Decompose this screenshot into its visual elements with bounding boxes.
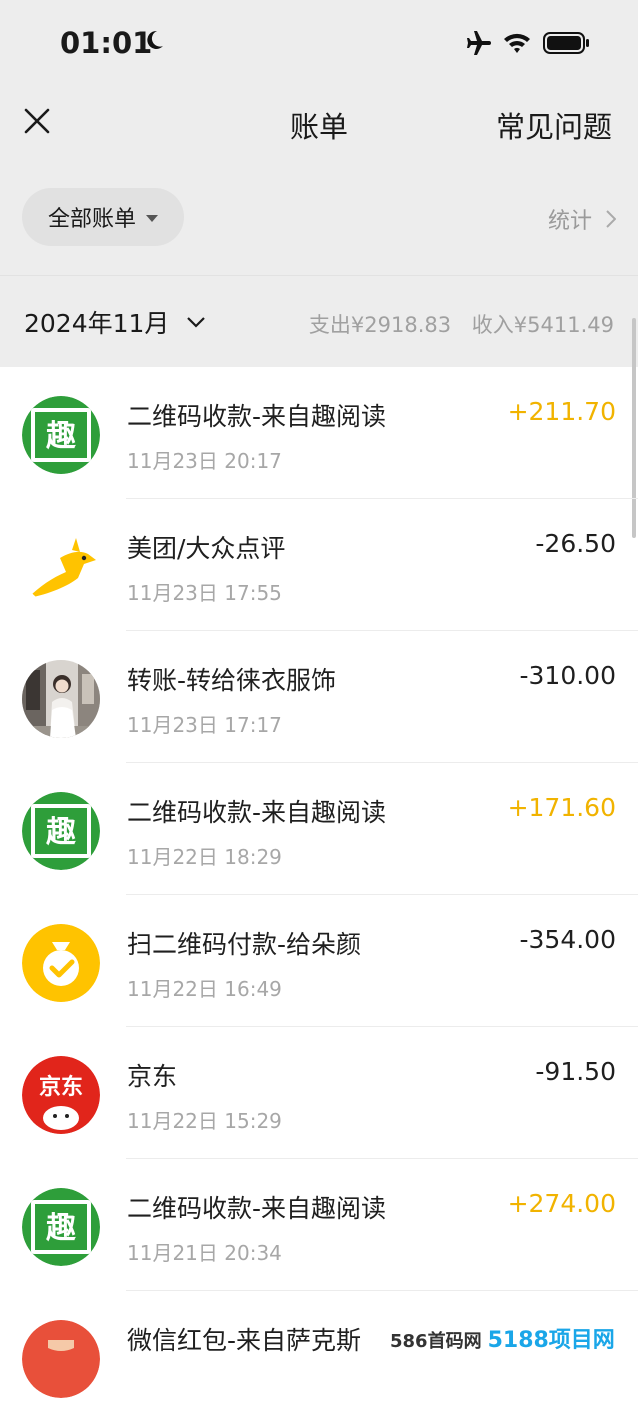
transaction-row[interactable]: 扫二维码付款-给朵颜 11月22日 16:49 -354.00 (0, 895, 638, 1027)
bill-filter-dropdown[interactable]: 全部账单 (22, 188, 184, 246)
user-photo-avatar-icon (22, 660, 100, 738)
chevron-right-icon (606, 210, 616, 228)
transaction-time: 11月23日 17:55 (127, 581, 282, 605)
transaction-amount: +274.00 (507, 1189, 616, 1218)
transaction-row[interactable]: 趣 二维码收款-来自趣阅读 11月23日 20:17 +211.70 (0, 367, 638, 499)
transaction-amount: -354.00 (519, 925, 617, 954)
transaction-title: 京东 (127, 1062, 178, 1091)
transaction-row[interactable]: 美团/大众点评 11月23日 17:55 -26.50 (0, 499, 638, 631)
qu-reading-logo-icon: 趣 (22, 396, 100, 474)
caret-down-icon (146, 214, 158, 222)
status-time: 01:01 (60, 26, 153, 60)
month-picker[interactable]: 2024年11月 (24, 304, 206, 340)
watermark-brand: 5188项目网 (487, 1328, 615, 1353)
wifi-icon (504, 33, 530, 53)
month-label: 2024年11月 (24, 309, 170, 338)
status-bar: 01:01 (0, 0, 638, 86)
transaction-title: 扫二维码付款-给朵颜 (127, 930, 362, 959)
transaction-time: 11月22日 16:49 (127, 977, 282, 1001)
transaction-amount: -310.00 (519, 661, 617, 690)
transaction-row[interactable]: 京东 京东 11月22日 15:29 -91.50 (0, 1027, 638, 1159)
svg-text:趣: 趣 (46, 1211, 76, 1246)
transaction-list: 趣 二维码收款-来自趣阅读 11月23日 20:17 +211.70 美团/大众… (0, 367, 638, 1423)
bill-filter-label: 全部账单 (47, 207, 136, 232)
stats-label: 统计 (547, 209, 592, 234)
header-area: 01:01 账单 常见问题 全部账单 统计 2024年11月 支出¥2918.8… (0, 0, 638, 367)
svg-text:京东: 京东 (39, 1074, 83, 1100)
red-packet-logo-icon (22, 1320, 100, 1398)
transaction-row[interactable]: 微信红包-来自萨克斯 (0, 1291, 638, 1423)
svg-text:趣: 趣 (46, 419, 76, 454)
nav-bar: 账单 常见问题 (0, 86, 638, 162)
transaction-amount: +211.70 (507, 397, 616, 426)
chevron-down-icon (187, 316, 206, 328)
transaction-amount: -91.50 (535, 1057, 616, 1086)
transaction-row[interactable]: 趣 二维码收款-来自趣阅读 11月22日 18:29 +171.60 (0, 763, 638, 895)
month-row: 2024年11月 支出¥2918.83 收入¥5411.49 (0, 276, 638, 367)
watermark-site: 586首码网 (390, 1331, 482, 1352)
money-bag-logo-icon (22, 924, 100, 1002)
transaction-time: 11月23日 17:17 (127, 713, 282, 737)
qu-reading-logo-icon: 趣 (22, 792, 100, 870)
watermark: 586首码网 5188项目网 (390, 1322, 615, 1354)
filter-row: 全部账单 统计 (0, 186, 638, 250)
faq-button[interactable]: 常见问题 (496, 104, 612, 146)
expense-total: 支出¥2918.83 (308, 313, 452, 337)
battery-icon (543, 32, 589, 54)
transaction-time: 11月22日 18:29 (127, 845, 282, 869)
transaction-amount: +171.60 (507, 793, 616, 822)
moon-icon (147, 30, 163, 49)
svg-text:趣: 趣 (46, 815, 76, 850)
airplane-icon (467, 31, 491, 55)
transaction-title: 美团/大众点评 (127, 534, 286, 563)
transaction-title: 转账-转给徕衣服饰 (127, 666, 337, 695)
income-total: 收入¥5411.49 (471, 313, 614, 337)
transaction-title: 微信红包-来自萨克斯 (127, 1326, 362, 1355)
transaction-time: 11月23日 20:17 (127, 449, 282, 473)
meituan-kangaroo-logo-icon (22, 528, 100, 606)
transaction-title: 二维码收款-来自趣阅读 (127, 402, 387, 431)
transaction-row[interactable]: 趣 二维码收款-来自趣阅读 11月21日 20:34 +274.00 (0, 1159, 638, 1291)
month-summary: 支出¥2918.83 收入¥5411.49 (309, 309, 614, 339)
stats-link[interactable]: 统计 (548, 203, 616, 235)
transaction-title: 二维码收款-来自趣阅读 (127, 1194, 387, 1223)
transaction-row[interactable]: 转账-转给徕衣服饰 11月23日 17:17 -310.00 (0, 631, 638, 763)
transaction-amount: -26.50 (535, 529, 616, 558)
jd-logo-icon: 京东 (22, 1056, 100, 1134)
transaction-time: 11月21日 20:34 (127, 1241, 282, 1265)
transaction-title: 二维码收款-来自趣阅读 (127, 798, 387, 827)
transaction-time: 11月22日 15:29 (127, 1109, 282, 1133)
qu-reading-logo-icon: 趣 (22, 1188, 100, 1266)
